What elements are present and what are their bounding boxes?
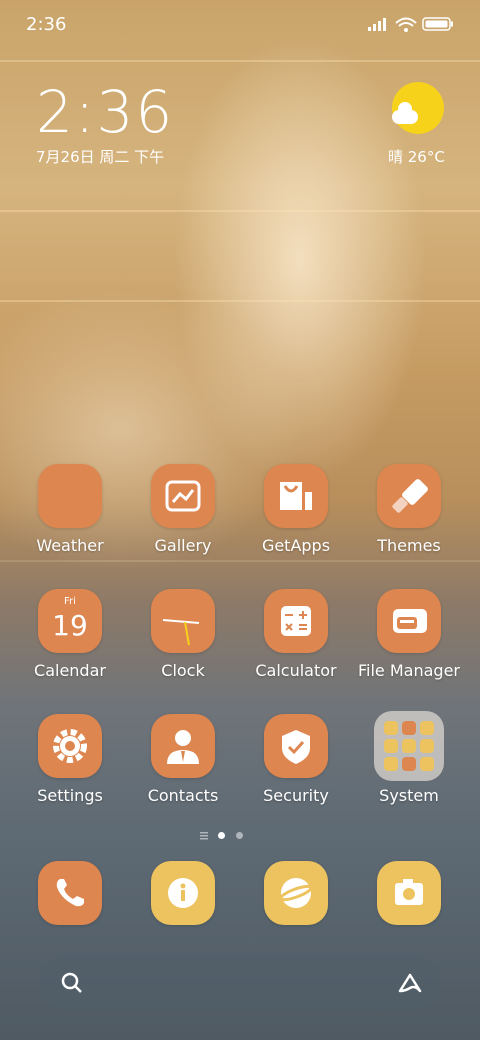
- assistant-icon[interactable]: [396, 971, 424, 995]
- shopping-bag-icon: [264, 464, 328, 528]
- app-label: Contacts: [147, 786, 219, 805]
- menu-lines-icon: [200, 832, 208, 840]
- app-settings[interactable]: Settings: [15, 714, 125, 805]
- wallpaper-detail: [0, 560, 480, 562]
- app-label: Gallery: [154, 536, 212, 555]
- wallpaper-detail: [0, 60, 480, 62]
- app-themes[interactable]: Themes: [354, 464, 464, 555]
- clock-icon: [151, 589, 215, 653]
- app-weather[interactable]: Weather: [15, 464, 125, 555]
- app-system-folder[interactable]: System: [354, 711, 464, 805]
- app-clock[interactable]: Clock: [128, 589, 238, 680]
- info-icon: [151, 861, 215, 925]
- app-label: Security: [263, 786, 329, 805]
- page-indicator[interactable]: [0, 832, 480, 842]
- page-dot: [236, 832, 243, 839]
- app-label: Settings: [37, 786, 103, 805]
- weather-icon: [38, 464, 102, 528]
- dock-info[interactable]: [128, 861, 238, 925]
- app-gallery[interactable]: Gallery: [128, 464, 238, 555]
- page-dot-active: [218, 832, 225, 839]
- wallpaper-detail: [0, 210, 480, 212]
- search-bar[interactable]: [40, 956, 440, 1010]
- app-label: Themes: [377, 536, 441, 555]
- browser-icon: [264, 861, 328, 925]
- app-label: GetApps: [261, 536, 331, 555]
- app-label: Clock: [161, 661, 205, 680]
- app-security[interactable]: Security: [241, 714, 351, 805]
- widget-clock[interactable]: 2:36: [36, 78, 174, 146]
- app-file-manager[interactable]: File Manager: [354, 589, 464, 680]
- calendar-icon: Fri 19: [38, 589, 102, 653]
- app-contacts[interactable]: Contacts: [128, 714, 238, 805]
- folder-icon: [377, 589, 441, 653]
- wifi-icon: [395, 17, 417, 32]
- app-label: System: [379, 786, 439, 805]
- status-bar: 2:36: [0, 0, 480, 46]
- app-label: Calendar: [34, 661, 106, 680]
- app-calendar[interactable]: Fri 19 Calendar: [15, 589, 125, 680]
- app-getapps[interactable]: GetApps: [241, 464, 351, 555]
- calendar-date: 19: [52, 609, 88, 642]
- search-icon[interactable]: [60, 971, 84, 995]
- calendar-day: Fri: [64, 596, 76, 607]
- paint-brush-icon: [377, 464, 441, 528]
- cloud-icon: [392, 102, 418, 124]
- shield-icon: [264, 714, 328, 778]
- person-icon: [151, 714, 215, 778]
- widget-weather: 晴 26°C: [388, 148, 445, 166]
- phone-icon: [38, 861, 102, 925]
- folder-grid-icon: [374, 711, 444, 781]
- gallery-icon: [151, 464, 215, 528]
- app-calculator[interactable]: Calculator: [241, 589, 351, 680]
- dock-camera[interactable]: [354, 861, 464, 925]
- calculator-icon: [264, 589, 328, 653]
- status-time: 2:36: [26, 14, 67, 35]
- camera-icon: [377, 861, 441, 925]
- app-label: Weather: [36, 536, 104, 555]
- signal-icon: [368, 18, 386, 31]
- app-label: Calculator: [255, 661, 337, 680]
- wallpaper-detail: [0, 300, 480, 302]
- battery-icon: [422, 17, 453, 31]
- app-label: File Manager: [358, 661, 460, 680]
- widget-date: 7月26日 周二 下午: [36, 148, 165, 166]
- dock-browser[interactable]: [241, 861, 351, 925]
- gear-icon: [38, 714, 102, 778]
- dock-phone[interactable]: [15, 861, 125, 925]
